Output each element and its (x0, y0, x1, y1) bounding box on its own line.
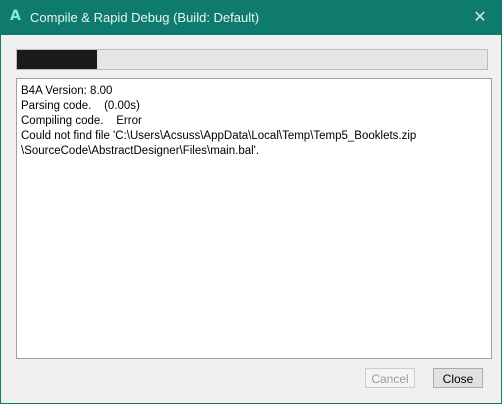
close-icon[interactable]: ✕ (469, 6, 491, 28)
log-line-parsing: Parsing code. (0.00s) (21, 100, 140, 112)
cancel-button[interactable]: Cancel (365, 368, 415, 388)
log-line-version: B4A Version: 8.00 (21, 85, 113, 97)
log-line-error-path: \SourceCode\AbstractDesigner\Files\main.… (21, 145, 260, 157)
log-line-compiling: Compiling code. Error (21, 115, 142, 127)
compile-progress-bar (16, 49, 488, 70)
progress-fill (17, 50, 97, 69)
window-title: Compile & Rapid Debug (Build: Default) (30, 10, 260, 25)
b4a-app-icon: A (10, 8, 21, 24)
log-line-error: Could not find file 'C:\Users\Acsuss\App… (21, 130, 417, 142)
close-button[interactable]: Close (433, 368, 483, 388)
title-bar[interactable]: A Compile & Rapid Debug (Build: Default)… (1, 1, 501, 35)
compile-dialog: A Compile & Rapid Debug (Build: Default)… (0, 0, 502, 404)
compile-log-output[interactable]: B4A Version: 8.00 Parsing code. (0.00s) … (16, 78, 492, 359)
